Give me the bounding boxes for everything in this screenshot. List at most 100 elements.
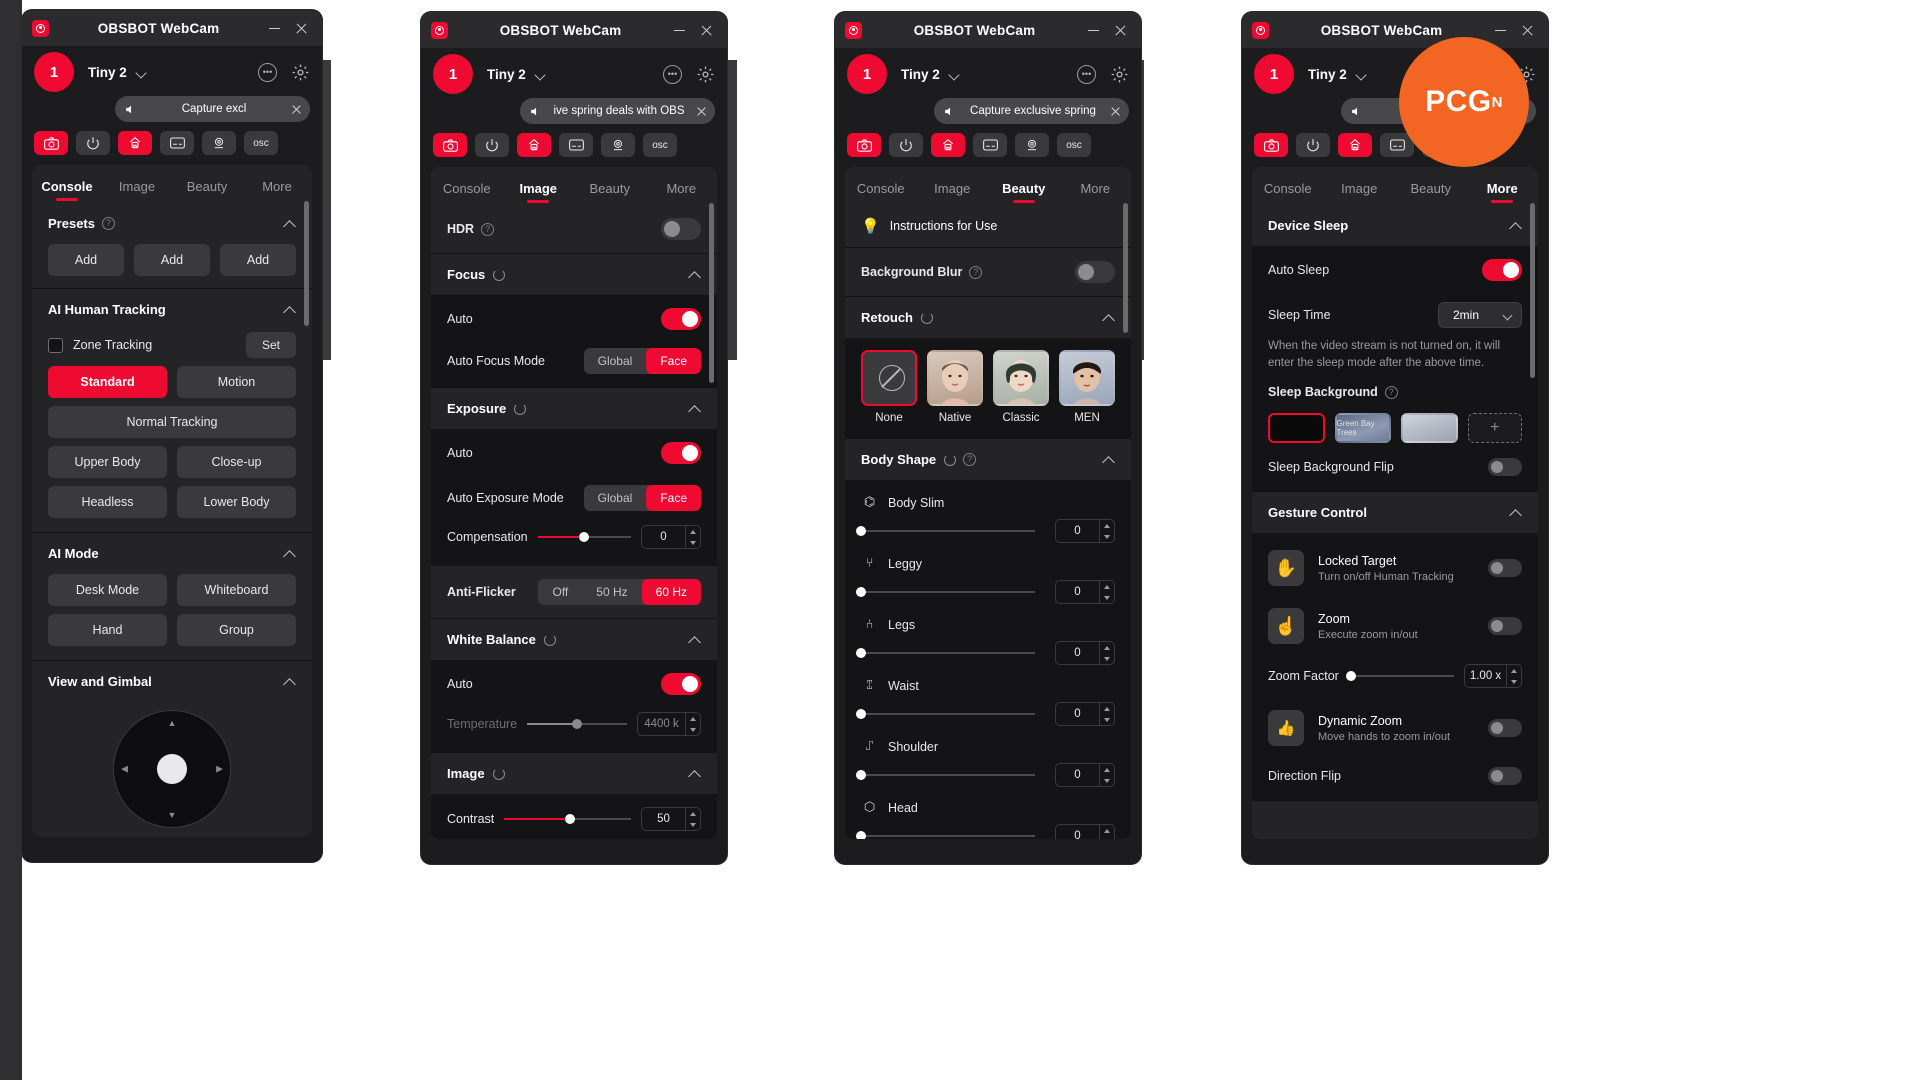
focus-mode-global[interactable]: Global (584, 348, 647, 374)
wb-auto-toggle[interactable] (661, 673, 701, 695)
lower-body-button[interactable]: Lower Body (177, 486, 296, 518)
tab-console[interactable]: Console (32, 175, 102, 203)
headless-button[interactable]: Headless (48, 486, 167, 518)
tab-more[interactable]: More (1467, 177, 1539, 205)
background-blur-toggle[interactable] (1075, 261, 1115, 283)
chevron-up-icon[interactable] (689, 405, 701, 413)
exposure-mode-face[interactable]: Face (646, 485, 701, 511)
add-swatch[interactable]: + (1467, 413, 1522, 444)
minimize-icon[interactable] (268, 22, 281, 35)
reset-icon[interactable] (944, 453, 957, 466)
tab-console[interactable]: Console (431, 177, 503, 205)
retouch-header[interactable]: Retouch (845, 297, 1131, 338)
chevron-up-icon[interactable] (284, 678, 296, 686)
hand-button[interactable]: Hand (48, 614, 167, 646)
osc-button[interactable]: osc (643, 133, 677, 157)
capture-banner[interactable]: Capture excl (115, 96, 310, 122)
tracking-button[interactable] (931, 133, 965, 157)
sleep-time-select[interactable]: 2min (1438, 302, 1522, 328)
tab-beauty[interactable]: Beauty (988, 177, 1060, 205)
help-icon[interactable]: ? (481, 222, 495, 236)
stepper-up-icon[interactable] (686, 808, 700, 819)
exposure-header[interactable]: Exposure (431, 388, 717, 429)
close-icon[interactable] (1110, 106, 1121, 117)
chevron-down-icon[interactable] (950, 71, 961, 78)
ai-mode-header[interactable]: AI Mode (32, 533, 312, 574)
close-icon[interactable] (1521, 24, 1534, 37)
subtitle-button[interactable] (973, 133, 1007, 157)
scrollbar-thumb[interactable] (1123, 203, 1128, 333)
snapshot-button[interactable] (433, 133, 467, 157)
waist-spinner[interactable]: 0 (1055, 702, 1115, 726)
stepper-up-icon[interactable] (1100, 581, 1114, 592)
chevron-up-icon[interactable] (1510, 509, 1522, 517)
subtitle-button[interactable] (160, 131, 194, 155)
retouch-preset-native[interactable]: Native (927, 350, 983, 424)
desk-mode-button[interactable]: Desk Mode (48, 574, 167, 606)
image-swatch-1[interactable]: Green Bay Trees (1334, 413, 1391, 444)
tab-image[interactable]: Image (102, 175, 172, 203)
stepper-down-icon[interactable] (686, 724, 700, 735)
compensation-slider[interactable] (537, 530, 631, 544)
focus-mode-face[interactable]: Face (646, 347, 701, 374)
normal-tracking-button[interactable]: Normal Tracking (48, 406, 296, 438)
stepper-up-icon[interactable] (1100, 642, 1114, 653)
tracking-button[interactable] (1338, 133, 1372, 157)
capture-banner[interactable]: Capture exclusive spring (934, 98, 1129, 124)
zone-tracking-checkbox[interactable] (48, 337, 63, 353)
gesture-zoom-toggle[interactable] (1488, 617, 1522, 636)
power-button[interactable] (1296, 133, 1330, 157)
scrollbar-thumb[interactable] (304, 201, 309, 326)
instructions-for-use[interactable]: 💡 Instructions for Use (845, 205, 1131, 247)
preset-add-1[interactable]: Add (48, 244, 124, 276)
reset-icon[interactable] (543, 633, 556, 646)
help-icon[interactable]: ? (1384, 385, 1398, 399)
device-sleep-header[interactable]: Device Sleep (1252, 205, 1538, 246)
help-icon[interactable]: ? (963, 453, 977, 466)
chevron-up-icon[interactable] (1510, 222, 1522, 230)
stepper-down-icon[interactable] (1100, 531, 1114, 542)
stepper-up-icon[interactable] (1100, 825, 1114, 836)
tracking-button[interactable] (517, 133, 551, 157)
chevron-up-icon[interactable] (284, 220, 296, 228)
tab-beauty[interactable]: Beauty (1395, 177, 1467, 205)
help-icon[interactable]: ? (101, 217, 115, 230)
scrollbar-thumb[interactable] (1530, 203, 1535, 378)
dynamic-zoom-toggle[interactable] (1488, 719, 1522, 738)
scrollbar-thumb[interactable] (709, 203, 714, 383)
snapshot-button[interactable] (847, 133, 881, 157)
leggy-slider[interactable] (856, 585, 1035, 599)
head-slider[interactable] (856, 829, 1035, 839)
gesture-control-header[interactable]: Gesture Control (1252, 492, 1538, 534)
black-swatch[interactable] (1268, 413, 1325, 444)
tracking-standard-button[interactable]: Standard (48, 366, 167, 398)
hdr-toggle[interactable] (661, 218, 701, 240)
tab-beauty[interactable]: Beauty (172, 175, 242, 203)
subtitle-button[interactable] (559, 133, 593, 157)
direction-flip-toggle[interactable] (1488, 767, 1522, 786)
snapshot-button[interactable] (34, 131, 68, 155)
gear-icon[interactable] (1110, 65, 1129, 84)
body-slim-spinner[interactable]: 0 (1055, 519, 1115, 543)
gear-icon[interactable] (696, 65, 715, 84)
minimize-icon[interactable] (673, 24, 686, 37)
close-icon[interactable] (696, 106, 707, 117)
gimbal-joystick[interactable]: ▲ ▼ ◀ ▶ (113, 710, 231, 828)
stepper-down-icon[interactable] (1100, 592, 1114, 603)
stepper-up-icon[interactable] (1507, 665, 1521, 676)
more-options-icon[interactable]: ••• (1077, 64, 1096, 84)
sleep-background-flip-toggle[interactable] (1488, 458, 1522, 477)
close-icon[interactable] (700, 24, 713, 37)
chevron-up-icon[interactable] (689, 636, 701, 644)
snapshot-button[interactable] (1254, 133, 1288, 157)
tab-more[interactable]: More (646, 177, 718, 205)
help-icon[interactable]: ? (969, 265, 983, 279)
legs-spinner[interactable]: 0 (1055, 641, 1115, 665)
view-gimbal-header[interactable]: View and Gimbal (32, 661, 312, 702)
stepper-down-icon[interactable] (1507, 676, 1521, 687)
tab-image[interactable]: Image (917, 177, 989, 205)
chevron-up-icon[interactable] (1103, 456, 1115, 464)
shoulder-slider[interactable] (856, 768, 1035, 782)
anti-flicker-off[interactable]: Off (538, 579, 582, 605)
minimize-icon[interactable] (1087, 24, 1100, 37)
